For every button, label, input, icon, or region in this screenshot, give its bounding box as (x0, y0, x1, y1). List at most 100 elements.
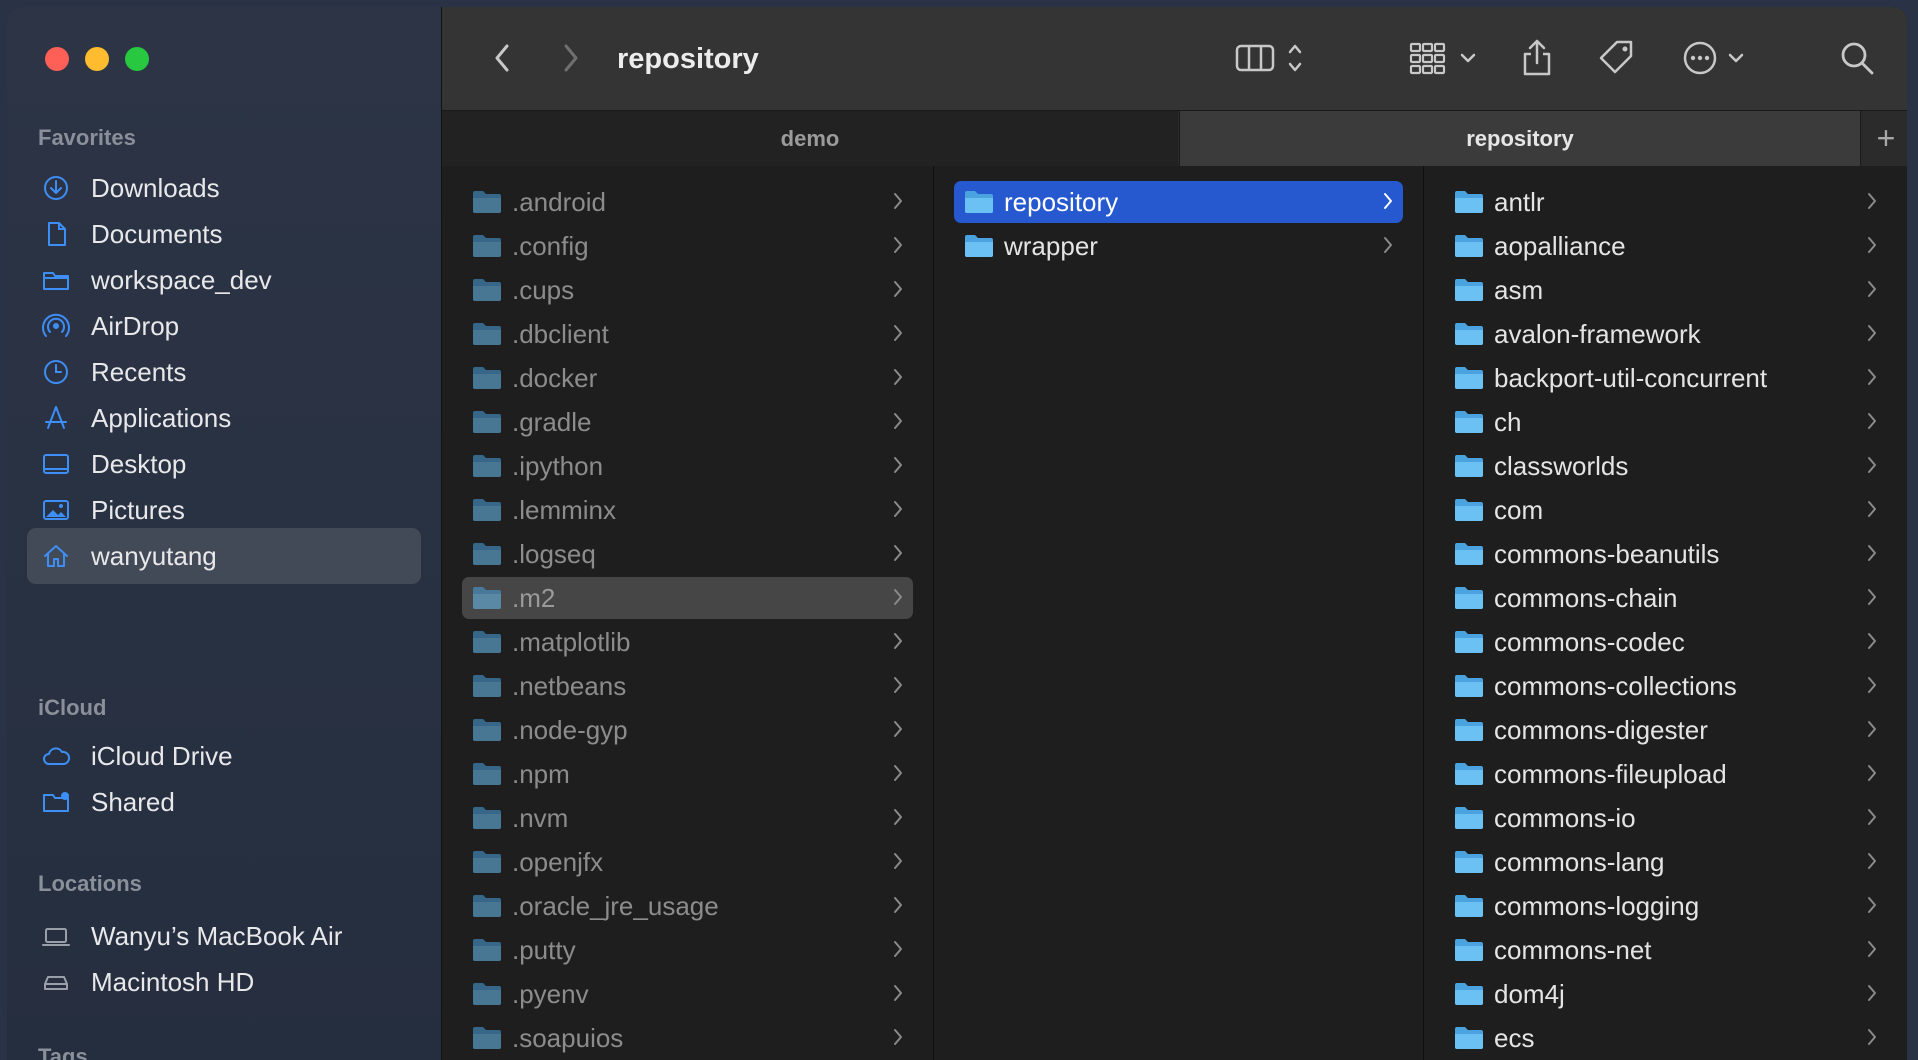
folder-row[interactable]: commons-digester (1444, 709, 1887, 751)
folder-row[interactable]: .putty (462, 929, 913, 971)
folder-row[interactable]: commons-collections (1444, 665, 1887, 707)
close-window-button[interactable] (45, 47, 69, 71)
action-menu-button[interactable] (1682, 38, 1752, 78)
folder-name: .m2 (512, 582, 556, 613)
folder-row[interactable]: .oracle_jre_usage (462, 885, 913, 927)
group-by-button[interactable] (1407, 38, 1482, 78)
sidebar-header-icloud: iCloud (38, 695, 107, 720)
folder-row[interactable]: commons-net (1444, 929, 1887, 971)
folder-icon (1455, 587, 1483, 609)
folder-row[interactable]: .gradle (462, 401, 913, 443)
new-tab-button[interactable]: + (1860, 111, 1907, 167)
folder-icon (1455, 499, 1483, 521)
chevron-right-icon (1868, 809, 1876, 825)
minimize-window-button[interactable] (85, 47, 109, 71)
folder-row[interactable]: asm (1444, 269, 1887, 311)
folder-row[interactable]: .lemminx (462, 489, 913, 531)
chevron-right-icon (1868, 677, 1876, 693)
back-button[interactable] (487, 38, 517, 78)
folder-row[interactable]: backport-util-concurrent (1444, 357, 1887, 399)
folder-row[interactable]: dom4j (1444, 973, 1887, 1015)
folder-row[interactable]: ecs (1444, 1017, 1887, 1059)
folder-row[interactable]: commons-fileupload (1444, 753, 1887, 795)
chevron-right-icon (894, 941, 902, 957)
folder-row[interactable]: commons-beanutils (1444, 533, 1887, 575)
folder-row[interactable]: commons-chain (1444, 577, 1887, 619)
folder-row[interactable]: .openjfx (462, 841, 913, 883)
folder-name: commons-lang (1494, 846, 1665, 877)
download-circle-icon (41, 173, 71, 203)
window-controls (45, 47, 149, 71)
folder-icon (1455, 279, 1483, 301)
folder-row[interactable]: avalon-framework (1444, 313, 1887, 355)
folder-row[interactable]: commons-io (1444, 797, 1887, 839)
laptop-icon (41, 921, 71, 951)
sidebar-item-macintosh-hd[interactable]: Macintosh HD (27, 954, 421, 1010)
search-button[interactable] (1837, 38, 1877, 78)
forward-button[interactable] (556, 38, 586, 78)
folder-row[interactable]: .dbclient (462, 313, 913, 355)
folder-icon (41, 265, 71, 295)
folder-row[interactable]: commons-logging (1444, 885, 1887, 927)
column-view-icon (1235, 44, 1302, 72)
chevron-right-icon (1868, 193, 1876, 209)
sidebar-item-label: Documents (91, 218, 223, 249)
folder-row[interactable]: .matplotlib (462, 621, 913, 663)
sidebar-item-label: Recents (91, 356, 187, 387)
folder-icon (473, 455, 501, 477)
tab-bar: demo repository + (442, 110, 1907, 168)
tab-demo[interactable]: demo (442, 111, 1178, 167)
folder-row[interactable]: aopalliance (1444, 225, 1887, 267)
grid-icon (1409, 42, 1476, 75)
chevron-right-icon (1868, 589, 1876, 605)
folder-row[interactable]: com (1444, 489, 1887, 531)
folder-icon (473, 367, 501, 389)
share-button[interactable] (1517, 38, 1557, 78)
folder-row[interactable]: repository (954, 181, 1403, 223)
folder-row[interactable]: .docker (462, 357, 913, 399)
sidebar-item-shared[interactable]: Shared (27, 774, 421, 830)
folder-name: .matplotlib (512, 626, 631, 657)
sidebar-item-label: workspace_dev (91, 264, 272, 295)
folder-row[interactable]: antlr (1444, 181, 1887, 223)
folder-row[interactable]: commons-codec (1444, 621, 1887, 663)
folder-row[interactable]: .logseq (462, 533, 913, 575)
chevron-right-icon (894, 545, 902, 561)
zoom-window-button[interactable] (125, 47, 149, 71)
folder-row[interactable]: .android (462, 181, 913, 223)
chevron-right-icon (1868, 545, 1876, 561)
folder-name: .dbclient (512, 318, 609, 349)
finder-window: Favorites Downloads Documents workspace_… (7, 7, 1907, 1060)
folder-row[interactable]: .cups (462, 269, 913, 311)
view-mode-button[interactable] (1232, 38, 1312, 78)
folder-row[interactable]: .pyenv (462, 973, 913, 1015)
cloud-icon (41, 741, 71, 771)
folder-row[interactable]: .ipython (462, 445, 913, 487)
folder-row[interactable]: .config (462, 225, 913, 267)
folder-row[interactable]: .node-gyp (462, 709, 913, 751)
folder-row[interactable]: .npm (462, 753, 913, 795)
folder-row[interactable]: .nvm (462, 797, 913, 839)
folder-name: commons-io (1494, 802, 1636, 833)
desktop-icon (41, 449, 71, 479)
folder-row[interactable]: classworlds (1444, 445, 1887, 487)
folder-row[interactable]: ch (1444, 401, 1887, 443)
tags-button[interactable] (1597, 38, 1637, 78)
folder-icon (1455, 631, 1483, 653)
folder-name: dom4j (1494, 978, 1565, 1009)
chevron-right-icon (894, 765, 902, 781)
folder-row[interactable]: commons-lang (1444, 841, 1887, 883)
folder-row[interactable]: .m2 (462, 577, 913, 619)
sidebar-item-wanyutang[interactable]: wanyutang (27, 528, 421, 584)
chevron-right-icon (1868, 501, 1876, 517)
folder-row[interactable]: .soapuios (462, 1017, 913, 1059)
document-icon (41, 219, 71, 249)
chevron-right-icon (1868, 457, 1876, 473)
tab-repository[interactable]: repository (1179, 111, 1860, 167)
folder-icon (473, 235, 501, 257)
folder-row[interactable]: .netbeans (462, 665, 913, 707)
folder-name: commons-digester (1494, 714, 1708, 745)
folder-row[interactable]: wrapper (954, 225, 1403, 267)
toolbar: repository (442, 7, 1907, 110)
folder-name: .netbeans (512, 670, 627, 701)
